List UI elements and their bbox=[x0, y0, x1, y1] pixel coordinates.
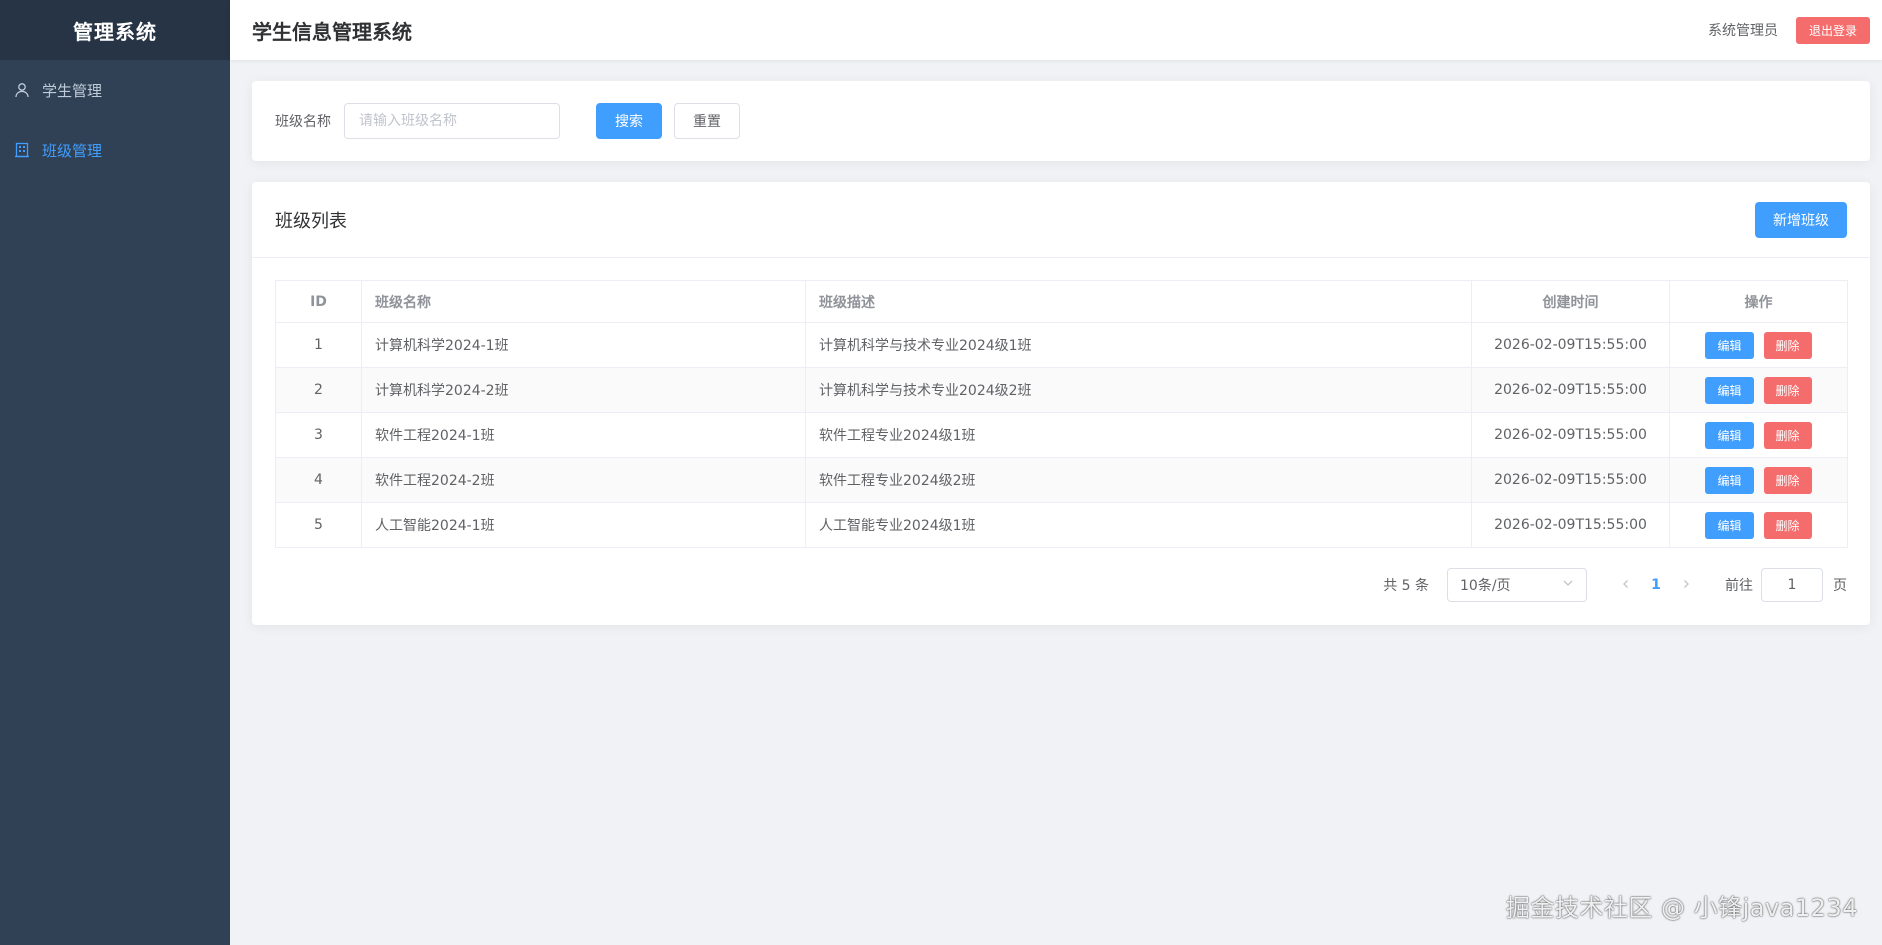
column-header-id: ID bbox=[275, 280, 362, 323]
list-header: 班级列表 新增班级 bbox=[252, 182, 1870, 258]
pagination-total: 共 5 条 bbox=[1383, 578, 1429, 594]
sidebar-logo: 管理系统 bbox=[0, 0, 230, 60]
cell-name: 计算机科学2024-2班 bbox=[361, 367, 806, 413]
cell-name: 软件工程2024-2班 bbox=[361, 457, 806, 503]
class-list-panel: 班级列表 新增班级 ID 班级名称 班级描述 创建时间 操作 1 计算机科学20… bbox=[252, 182, 1870, 625]
table-row: 3 软件工程2024-1班 软件工程专业2024级1班 2026-02-09T1… bbox=[275, 412, 1848, 458]
watermark: 掘金技术社区 @ 小锋java1234 bbox=[1505, 894, 1858, 922]
table-header-row: ID 班级名称 班级描述 创建时间 操作 bbox=[275, 280, 1848, 323]
cell-id: 1 bbox=[275, 322, 362, 368]
table-row: 2 计算机科学2024-2班 计算机科学与技术专业2024级2班 2026-02… bbox=[275, 367, 1848, 413]
table-row: 1 计算机科学2024-1班 计算机科学与技术专业2024级1班 2026-02… bbox=[275, 322, 1848, 368]
user-icon bbox=[14, 82, 30, 98]
edit-button[interactable]: 编辑 bbox=[1705, 376, 1754, 404]
pagination: 共 5 条 10条/页 1 前往 页 bbox=[1383, 568, 1847, 602]
table-row: 5 人工智能2024-1班 人工智能专业2024级1班 2026-02-09T1… bbox=[275, 502, 1848, 548]
sidebar-item-label: 学生管理 bbox=[42, 81, 103, 100]
column-header-desc: 班级描述 bbox=[805, 280, 1472, 323]
cell-created: 2026-02-09T15:55:00 bbox=[1471, 367, 1670, 413]
cell-created: 2026-02-09T15:55:00 bbox=[1471, 412, 1670, 458]
cell-name: 人工智能2024-1班 bbox=[361, 502, 806, 548]
class-name-label: 班级名称 bbox=[275, 114, 331, 130]
cell-id: 2 bbox=[275, 367, 362, 413]
cell-desc: 人工智能专业2024级1班 bbox=[805, 502, 1472, 548]
edit-button[interactable]: 编辑 bbox=[1705, 421, 1754, 449]
cell-actions: 编辑 删除 bbox=[1669, 412, 1848, 458]
delete-button[interactable]: 删除 bbox=[1763, 421, 1812, 449]
header-right: 系统管理员 退出登录 bbox=[1707, 16, 1870, 44]
list-title: 班级列表 bbox=[275, 210, 347, 232]
edit-button[interactable]: 编辑 bbox=[1705, 466, 1754, 494]
column-header-name: 班级名称 bbox=[361, 280, 806, 323]
cell-id: 3 bbox=[275, 412, 362, 458]
page-jump-input[interactable] bbox=[1761, 568, 1823, 602]
cell-created: 2026-02-09T15:55:00 bbox=[1471, 502, 1670, 548]
prev-page-icon[interactable] bbox=[1611, 577, 1641, 593]
delete-button[interactable]: 删除 bbox=[1763, 511, 1812, 539]
table-row: 4 软件工程2024-2班 软件工程专业2024级2班 2026-02-09T1… bbox=[275, 457, 1848, 503]
cell-created: 2026-02-09T15:55:00 bbox=[1471, 457, 1670, 503]
cell-name: 计算机科学2024-1班 bbox=[361, 322, 806, 368]
page-number-current[interactable]: 1 bbox=[1641, 577, 1671, 593]
page-suffix: 页 bbox=[1833, 578, 1847, 594]
page-size-select[interactable]: 10条/页 bbox=[1447, 568, 1587, 602]
class-table: ID 班级名称 班级描述 创建时间 操作 1 计算机科学2024-1班 计算机科… bbox=[275, 280, 1848, 548]
sidebar-item-class-management[interactable]: 班级管理 bbox=[0, 120, 230, 180]
cell-actions: 编辑 删除 bbox=[1669, 457, 1848, 503]
search-panel: 班级名称 搜索 重置 bbox=[252, 81, 1870, 161]
building-icon bbox=[14, 142, 30, 158]
column-header-actions: 操作 bbox=[1669, 280, 1848, 323]
cell-created: 2026-02-09T15:55:00 bbox=[1471, 322, 1670, 368]
delete-button[interactable]: 删除 bbox=[1763, 466, 1812, 494]
edit-button[interactable]: 编辑 bbox=[1705, 331, 1754, 359]
class-name-search-input[interactable] bbox=[344, 103, 560, 139]
reset-button[interactable]: 重置 bbox=[674, 103, 740, 139]
cell-desc: 计算机科学与技术专业2024级1班 bbox=[805, 322, 1472, 368]
cell-id: 5 bbox=[275, 502, 362, 548]
edit-button[interactable]: 编辑 bbox=[1705, 511, 1754, 539]
sidebar-item-student-management[interactable]: 学生管理 bbox=[0, 60, 230, 120]
cell-name: 软件工程2024-1班 bbox=[361, 412, 806, 458]
add-class-button[interactable]: 新增班级 bbox=[1755, 201, 1847, 238]
chevron-down-icon bbox=[1562, 577, 1574, 593]
current-user: 系统管理员 bbox=[1707, 23, 1778, 39]
sidebar-item-label: 班级管理 bbox=[42, 141, 103, 160]
logout-button[interactable]: 退出登录 bbox=[1795, 16, 1870, 44]
cell-desc: 软件工程专业2024级1班 bbox=[805, 412, 1472, 458]
page-size-value: 10条/页 bbox=[1460, 578, 1511, 594]
next-page-icon[interactable] bbox=[1671, 577, 1701, 593]
page-title: 学生信息管理系统 bbox=[252, 19, 412, 44]
cell-desc: 计算机科学与技术专业2024级2班 bbox=[805, 367, 1472, 413]
cell-desc: 软件工程专业2024级2班 bbox=[805, 457, 1472, 503]
goto-label: 前往 bbox=[1725, 578, 1753, 594]
cell-actions: 编辑 删除 bbox=[1669, 502, 1848, 548]
delete-button[interactable]: 删除 bbox=[1763, 376, 1812, 404]
cell-actions: 编辑 删除 bbox=[1669, 367, 1848, 413]
sidebar: 管理系统 学生管理 班级管理 bbox=[0, 0, 230, 945]
delete-button[interactable]: 删除 bbox=[1763, 331, 1812, 359]
cell-actions: 编辑 删除 bbox=[1669, 322, 1848, 368]
column-header-created: 创建时间 bbox=[1471, 280, 1670, 323]
top-header: 学生信息管理系统 系统管理员 退出登录 bbox=[230, 0, 1882, 60]
cell-id: 4 bbox=[275, 457, 362, 503]
search-button[interactable]: 搜索 bbox=[596, 103, 662, 139]
